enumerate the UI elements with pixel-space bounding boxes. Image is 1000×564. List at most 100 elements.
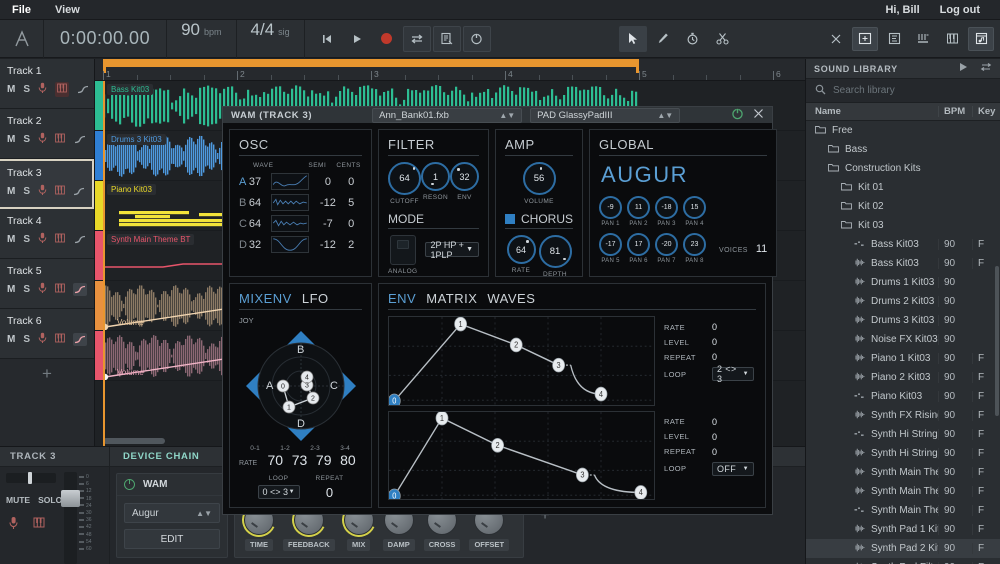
track-arm-icon[interactable] [38,232,47,247]
track-arm-icon[interactable] [38,184,47,199]
osc-row-d[interactable]: D32-122 [239,236,362,253]
power-toggle-icon[interactable] [124,479,135,490]
library-row[interactable]: Bass [806,140,1000,159]
joystick-pad[interactable]: 0 1 2 3 4 A B C D [242,327,360,445]
track-solo-button[interactable]: S [23,84,30,95]
track-header-2[interactable]: Track 2MS [0,109,94,159]
library-row[interactable]: Piano Kit0390F [806,387,1000,406]
plugin-bank-select[interactable]: Ann_Bank01.fxb ▲▼ [372,108,522,123]
pan-slider-handle[interactable] [28,472,32,484]
add-track-row[interactable]: + [0,359,94,389]
rate-value[interactable]: 79 [316,452,332,468]
track-midi-icon[interactable] [55,333,65,346]
library-row[interactable]: Kit 03 [806,216,1000,235]
filter-env-knob[interactable]: 32 [450,162,479,191]
env-repeat-value[interactable]: 0 [712,352,717,362]
pan-2-knob[interactable]: 11 [627,196,650,219]
track-automation-icon[interactable] [73,333,87,346]
editor-view-button[interactable] [881,27,907,51]
timer-tool-button[interactable] [679,26,707,52]
track-arm-icon[interactable] [38,282,47,297]
volume-knob[interactable]: 56 [523,162,556,195]
library-scrollbar[interactable] [995,266,999,416]
plugin-preset-select[interactable]: PAD GlassyPadIII ▲▼ [530,108,680,123]
library-row[interactable]: Synth Hi Strings Kit0390F [806,425,1000,444]
analog-switch-body[interactable] [390,235,416,265]
track-header-3[interactable]: Track 3MS [0,159,94,209]
track-mute-button[interactable]: M [7,334,15,345]
pan-slider[interactable] [6,473,56,483]
pan-1-knob[interactable]: -9 [599,196,622,219]
time-signature-field[interactable]: 4/4 sig [237,20,305,58]
horizontal-scrollbar[interactable] [103,438,165,444]
plugin-window[interactable]: WAM (TRACK 3) Ann_Bank01.fxb ▲▼ PAD Glas… [222,106,773,515]
track-midi-icon[interactable] [55,185,65,198]
library-row[interactable]: Synth Pad 1 Kit0390F [806,520,1000,539]
filter-mode-select[interactable]: 2P HP + 1PLP ▼ [425,242,480,257]
env-plot[interactable]: 01234 [388,411,655,501]
menu-item-view[interactable]: View [43,0,92,20]
track-automation-icon[interactable] [77,83,89,96]
env-plot[interactable]: 01234 [388,316,655,406]
osc-wave-value[interactable]: 32 [249,239,271,251]
track-arm-icon[interactable] [38,332,47,347]
mixenv-loop-select[interactable]: 0 <> 3 ▼ [258,485,300,499]
library-row[interactable]: Synth Hi Strings Kit0390F [806,444,1000,463]
playhead[interactable] [103,81,105,446]
osc-wave-value[interactable]: 37 [249,176,271,188]
library-list[interactable]: FreeBassConstruction KitsKit 01Kit 02Kit… [806,121,1000,564]
volume-fader[interactable] [64,472,77,564]
tab-waves[interactable]: WAVES [487,291,535,306]
search-input[interactable] [833,85,991,96]
library-row[interactable]: Piano 2 Kit0390F [806,368,1000,387]
menu-item-file[interactable]: File [0,0,43,20]
instrument-device[interactable]: WAM Augur ▲▼ EDIT [116,473,228,558]
env-loop-select[interactable]: 2 <> 3▼ [712,367,754,381]
chorus-rate-knob[interactable]: 64 [507,235,536,264]
track-automation-icon[interactable] [73,133,87,146]
tab-lfo[interactable]: LFO [302,291,329,306]
metronome-button[interactable] [433,26,461,52]
mic-input-icon[interactable] [8,516,19,533]
track-solo-button[interactable]: S [23,134,30,145]
track-automation-icon[interactable] [73,185,85,198]
timeline-ruler[interactable]: 123456 [95,59,805,81]
osc-semi-value[interactable]: -12 [315,197,340,209]
power-button[interactable] [463,26,491,52]
track-solo-button[interactable]: S [23,334,30,345]
pencil-tool-button[interactable] [649,26,677,52]
track-mute-button[interactable]: M [7,84,15,95]
rate-value[interactable]: 73 [291,452,307,468]
pointer-tool-button[interactable] [619,26,647,52]
osc-waveform-display[interactable] [271,215,309,232]
scissors-tool-button[interactable] [709,26,737,52]
env-loop-select[interactable]: OFF▼ [712,462,754,476]
tab-matrix[interactable]: MATRIX [426,291,477,306]
library-row[interactable]: Synth Main Theme BT90F [806,501,1000,520]
osc-semi-value[interactable]: -12 [315,239,340,251]
track-mute-button[interactable]: M [7,186,15,197]
tab-mixenv[interactable]: MIXENV [239,291,292,306]
track-midi-icon[interactable] [55,283,65,296]
osc-waveform-display[interactable] [271,194,309,211]
osc-cents-value[interactable]: 2 [340,239,362,251]
library-loop-icon[interactable] [980,62,992,75]
chorus-checkbox[interactable] [505,214,515,224]
timecode-display[interactable]: 0:00:00.00 [44,20,167,58]
track-mute-button[interactable]: M [7,234,15,245]
play-button[interactable] [343,26,371,52]
tempo-field[interactable]: 90 bpm [167,20,236,58]
rate-value[interactable]: 70 [267,452,283,468]
osc-cents-value[interactable]: 0 [340,176,362,188]
library-row[interactable]: Drums 1 Kit0390 [806,273,1000,292]
library-row[interactable]: Synth Pad 2 Kit0390F [806,539,1000,558]
plugin-titlebar[interactable]: WAM (TRACK 3) Ann_Bank01.fxb ▲▼ PAD Glas… [223,107,772,123]
library-row[interactable]: Kit 02 [806,197,1000,216]
track-header-5[interactable]: Track 5MS [0,259,94,309]
solo-button[interactable]: SOLO [38,495,62,505]
track-header-1[interactable]: Track 1MS [0,59,94,109]
osc-row-a[interactable]: A3700 [239,173,362,190]
track-arm-icon[interactable] [38,132,47,147]
library-row[interactable]: Synth Main Theme 2 Kit0390F [806,482,1000,501]
loop-button[interactable] [403,26,431,52]
